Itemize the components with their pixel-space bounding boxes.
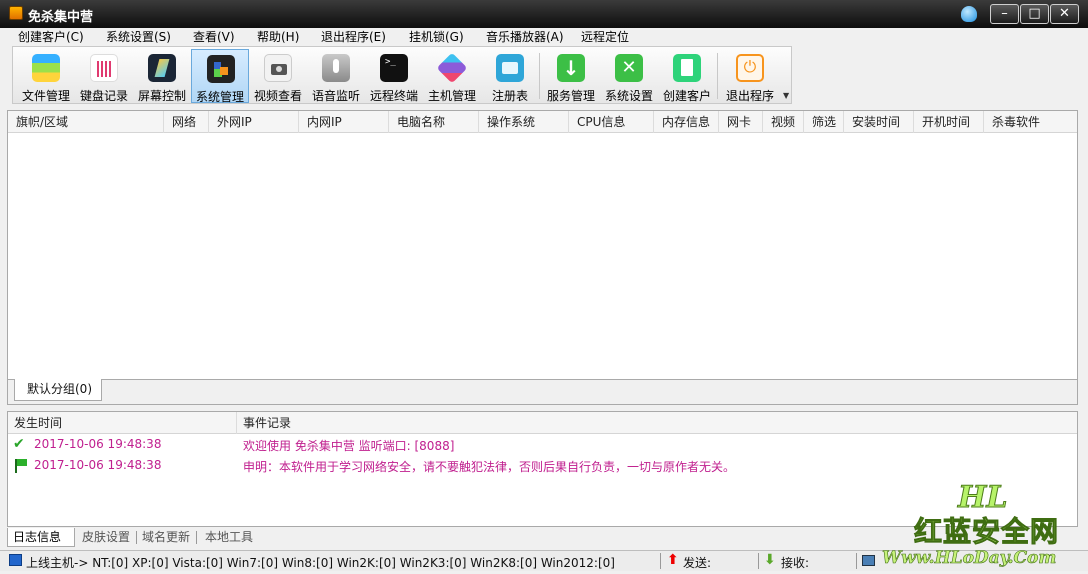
settings-icon — [615, 54, 643, 82]
tool-label: 注册表 — [491, 89, 528, 103]
log-row[interactable]: 2017-10-06 19:48:38 申明：本软件用于学习网络安全，请不要触犯… — [8, 455, 1077, 476]
col-cpu[interactable]: CPU信息 — [569, 111, 654, 133]
tool-screen-control[interactable]: 屏幕控制 — [133, 49, 191, 103]
tool-create-client[interactable]: 创建客户 — [658, 49, 716, 103]
service-icon — [557, 54, 585, 82]
log-row[interactable]: 2017-10-06 19:48:38 欢迎使用 免杀集中营 监听端口: [80… — [8, 434, 1077, 455]
status-divider — [758, 553, 759, 569]
new-client-icon — [673, 54, 701, 82]
status-divider — [856, 553, 857, 569]
system-icon — [207, 55, 235, 83]
tab-log-info[interactable]: 日志信息 — [7, 528, 75, 547]
download-arrow-icon: ⬇ — [764, 552, 776, 568]
monitor-icon — [9, 554, 22, 566]
status-divider — [660, 553, 661, 569]
menu-create-client[interactable]: 创建客户(C) — [18, 29, 84, 45]
tool-file-manager[interactable]: 文件管理 — [17, 49, 75, 103]
log-panel[interactable]: 发生时间 事件记录 2017-10-06 19:48:38 欢迎使用 免杀集中营… — [7, 411, 1078, 527]
bottom-tab-bar: 日志信息 皮肤设置 域名更新 本地工具 — [7, 527, 1078, 549]
computer-icon — [862, 555, 875, 566]
tab-local-tools[interactable]: 本地工具 — [200, 528, 258, 547]
camera-icon — [264, 54, 292, 82]
menu-bar: 创建客户(C) 系统设置(S) 查看(V) 帮助(H) 退出程序(E) 挂机锁(… — [0, 28, 1088, 46]
col-internal-ip[interactable]: 内网IP — [299, 111, 389, 133]
title-bar: 免杀集中营 – □ ✕ — [0, 0, 1088, 28]
menu-hang-lock[interactable]: 挂机锁(G) — [409, 29, 464, 45]
tool-keylogger[interactable]: 键盘记录 — [75, 49, 133, 103]
col-install-time[interactable]: 安装时间 — [844, 111, 914, 133]
close-button[interactable]: ✕ — [1050, 4, 1079, 24]
col-memory[interactable]: 内存信息 — [654, 111, 719, 133]
tab-default-group[interactable]: 默认分组(0) — [14, 379, 102, 401]
tool-voice-monitor[interactable]: 语音监听 — [307, 49, 365, 103]
menu-system-settings[interactable]: 系统设置(S) — [106, 29, 171, 45]
log-message: 申明：本软件用于学习网络安全，请不要触犯法律，否则后果自行负责，一切与原作者无关… — [243, 460, 736, 474]
online-hosts-status: 上线主机-> NT:[0] XP:[0] Vista:[0] Win7:[0] … — [26, 556, 615, 570]
group-tab-bar: 默认分组(0) — [8, 379, 1077, 404]
tool-registry[interactable]: 注册表 — [481, 49, 539, 103]
minimize-button[interactable]: – — [990, 4, 1019, 24]
tab-separator — [196, 531, 197, 544]
recv-status: 接收: — [781, 556, 810, 570]
col-antivirus[interactable]: 杀毒软件 — [984, 111, 1077, 133]
col-external-ip[interactable]: 外网IP — [209, 111, 299, 133]
host-list[interactable]: 旗帜/区域 网络 外网IP 内网IP 电脑名称 操作系统 CPU信息 内存信息 … — [7, 110, 1078, 405]
tab-skin-settings[interactable]: 皮肤设置 — [77, 528, 135, 547]
col-event[interactable]: 事件记录 — [237, 412, 1077, 434]
tab-domain-update[interactable]: 域名更新 — [137, 528, 195, 547]
menu-music-player[interactable]: 音乐播放器(A) — [486, 29, 564, 45]
registry-icon — [496, 54, 524, 82]
terminal-icon — [380, 54, 408, 82]
log-header: 发生时间 事件记录 — [8, 412, 1077, 434]
main-window: 免杀集中营 – □ ✕ 创建客户(C) 系统设置(S) 查看(V) 帮助(H) … — [0, 0, 1088, 574]
menu-remote-locate[interactable]: 远程定位 — [581, 29, 629, 45]
screen-icon — [148, 54, 176, 82]
tool-label: 创建客户 — [662, 89, 711, 103]
power-icon — [736, 54, 764, 82]
col-network[interactable]: 网络 — [164, 111, 209, 133]
col-os[interactable]: 操作系统 — [479, 111, 569, 133]
tool-video-view[interactable]: 视频查看 — [249, 49, 307, 103]
tool-remote-terminal[interactable]: 远程终端 — [365, 49, 423, 103]
toolbar: 文件管理 键盘记录 屏幕控制 系统管理 视频查看 语音监听 远程终端 主机管理 — [12, 46, 792, 104]
col-computer-name[interactable]: 电脑名称 — [389, 111, 479, 133]
tool-label: 退出程序 — [725, 89, 774, 103]
log-message: 欢迎使用 免杀集中营 监听端口: [8088] — [243, 439, 455, 453]
keyboard-icon — [90, 54, 118, 82]
menu-exit[interactable]: 退出程序(E) — [321, 29, 386, 45]
flag-icon — [13, 458, 28, 473]
tool-service-manager[interactable]: 服务管理 — [542, 49, 600, 103]
skin-icon[interactable] — [961, 6, 977, 22]
maximize-button[interactable]: □ — [1020, 4, 1049, 24]
send-status: 发送: — [683, 556, 712, 570]
col-filter[interactable]: 筛选 — [804, 111, 844, 133]
microphone-icon — [322, 54, 350, 82]
upload-arrow-icon: ⬆ — [667, 552, 679, 568]
tool-host-manager[interactable]: 主机管理 — [423, 49, 481, 103]
col-flag-region[interactable]: 旗帜/区域 — [8, 111, 164, 133]
app-icon — [9, 6, 23, 20]
window-title: 免杀集中营 — [28, 10, 94, 25]
host-icon — [436, 52, 468, 84]
folder-icon — [32, 54, 60, 82]
menu-help[interactable]: 帮助(H) — [257, 29, 299, 45]
tool-system-settings[interactable]: 系统设置 — [600, 49, 658, 103]
log-time: 2017-10-06 19:48:38 — [34, 437, 162, 451]
tool-system-manager[interactable]: 系统管理 — [191, 49, 249, 104]
check-icon — [13, 437, 28, 452]
status-bar: 上线主机-> NT:[0] XP:[0] Vista:[0] Win7:[0] … — [0, 550, 1088, 571]
tool-exit[interactable]: 退出程序 — [721, 49, 779, 103]
menu-view[interactable]: 查看(V) — [193, 29, 235, 45]
host-list-header: 旗帜/区域 网络 外网IP 内网IP 电脑名称 操作系统 CPU信息 内存信息 … — [8, 111, 1077, 133]
col-nic[interactable]: 网卡 — [719, 111, 763, 133]
log-time: 2017-10-06 19:48:38 — [34, 458, 162, 472]
col-boot-time[interactable]: 开机时间 — [914, 111, 984, 133]
col-video[interactable]: 视频 — [763, 111, 804, 133]
toolbar-overflow-icon[interactable]: ▼ — [783, 91, 789, 100]
col-time[interactable]: 发生时间 — [8, 412, 237, 434]
